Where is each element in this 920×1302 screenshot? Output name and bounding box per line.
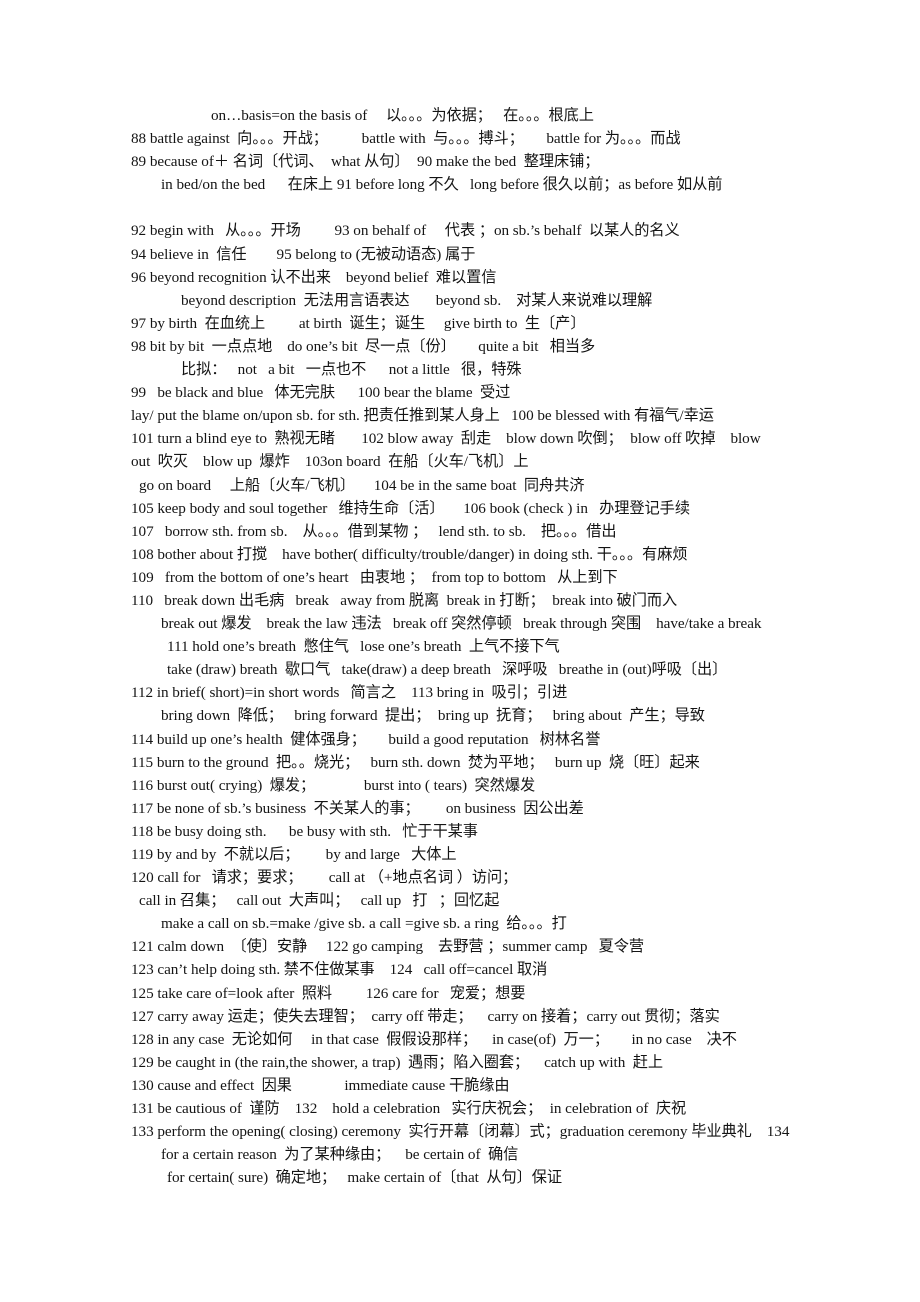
text-line: 114 build up one’s health 健体强身； build a … bbox=[131, 730, 601, 748]
text-line: call in 召集； call out 大声叫； call up 打 ；回忆起 bbox=[139, 892, 500, 910]
text-line: 109 from the bottom of one’s heart 由衷地 ；… bbox=[131, 568, 618, 586]
text-line: go on board 上船〔火车/飞机〕 104 be in the same… bbox=[139, 476, 585, 494]
text-line: 89 because of＋ 名词〔代词、 what 从句〕 90 make t… bbox=[131, 153, 600, 171]
text-line: 115 burn to the ground 把。。烧光； burn sth. … bbox=[131, 753, 700, 771]
text-line: 111 hold one’s breath 憋住气 lose one’s bre… bbox=[167, 638, 560, 656]
text-line: 130 cause and effect 因果 immediate cause … bbox=[131, 1076, 510, 1094]
text-line: for certain( sure) 确定地； make certain of〔… bbox=[167, 1169, 563, 1187]
text-line: 96 beyond recognition 认不出来 beyond belief… bbox=[131, 268, 497, 286]
text-line: make a call on sb.=make /give sb. a call… bbox=[161, 915, 567, 933]
text-line: 98 bit by bit 一点点地 do one’s bit 尽一点〔份〕 q… bbox=[131, 337, 596, 355]
text-line: 94 believe in 信任 95 belong to (无被动语态) 属于 bbox=[131, 245, 476, 263]
text-line: take (draw) breath 歇口气 take(draw) a deep… bbox=[167, 661, 728, 679]
text-line: 123 can’t help doing sth. 禁不住做某事 124 cal… bbox=[131, 961, 548, 979]
text-line: 101 turn a blind eye to 熟视无睹 102 blow aw… bbox=[131, 430, 761, 448]
text-line: 比拟： not a bit 一点也不 not a little 很，特殊 bbox=[181, 361, 522, 379]
text-line: 129 be caught in (the rain,the shower, a… bbox=[131, 1053, 664, 1071]
document-page: on…basis=on the basis of 以。。。为依据； 在。。。根底… bbox=[0, 0, 920, 1302]
text-line: 110 break down 出毛病 break away from 脱离 br… bbox=[131, 591, 678, 609]
text-line: 112 in brief( short)=in short words 简言之 … bbox=[131, 684, 568, 702]
text-line: 107 borrow sth. from sb. 从。。。借到某物 ； lend… bbox=[131, 522, 617, 540]
text-line: 128 in any case 无论如何 in that case 假假设那样；… bbox=[131, 1030, 737, 1048]
text-line: 105 keep body and soul together 维持生命〔活〕 … bbox=[131, 499, 690, 517]
text-line: 120 call for 请求；要求； call at （+地点名词 ）访问； bbox=[131, 869, 518, 887]
document-text-body: on…basis=on the basis of 以。。。为依据； 在。。。根底… bbox=[131, 104, 903, 1189]
text-line: 108 bother about 打搅 have bother( difficu… bbox=[131, 545, 688, 563]
text-line: 125 take care of=look after 照料 126 care … bbox=[131, 984, 526, 1002]
text-line: 88 battle against 向。。。开战； battle with 与。… bbox=[131, 130, 681, 148]
text-line: lay/ put the blame on/upon sb. for sth. … bbox=[131, 407, 714, 425]
text-line: 116 burst out( crying) 爆发； burst into ( … bbox=[131, 776, 536, 794]
text-line: beyond description 无法用言语表达 beyond sb. 对某… bbox=[181, 291, 653, 309]
text-line: bring down 降低； bring forward 提出； bring u… bbox=[161, 707, 705, 725]
text-line: 92 begin with 从。。。开场 93 on behalf of 代表 … bbox=[131, 222, 680, 240]
text-line-spacer bbox=[131, 196, 903, 219]
text-line: 97 by birth 在血统上 at birth 诞生；诞生 give bir… bbox=[131, 314, 586, 332]
text-line: 127 carry away 运走；使失去理智； carry off 带走； c… bbox=[131, 1007, 720, 1025]
text-line: 118 be busy doing sth. be busy with sth.… bbox=[131, 822, 478, 840]
text-line: break out 爆发 break the law 违法 break off … bbox=[161, 615, 762, 633]
text-line: 99 be black and blue 体无完肤 100 bear the b… bbox=[131, 384, 511, 402]
text-line: for a certain reason 为了某种缘由； be certain … bbox=[161, 1146, 519, 1164]
text-line: 121 calm down 〔使〕安静 122 go camping 去野营 ；… bbox=[131, 938, 645, 956]
text-line: 133 perform the opening( closing) ceremo… bbox=[131, 1123, 790, 1141]
text-line: 117 be none of sb.’s business 不关某人的事； on… bbox=[131, 799, 584, 817]
text-line: 131 be cautious of 谨防 132 hold a celebra… bbox=[131, 1100, 687, 1118]
text-line: on…basis=on the basis of 以。。。为依据； 在。。。根底… bbox=[211, 107, 594, 124]
text-line: in bed/on the bed 在床上 91 before long 不久 … bbox=[161, 176, 723, 194]
text-line: out 吹灭 blow up 爆炸 103on board 在船〔火车/飞机〕上 bbox=[131, 453, 529, 471]
text-line: 119 by and by 不就以后； by and large 大体上 bbox=[131, 846, 457, 863]
